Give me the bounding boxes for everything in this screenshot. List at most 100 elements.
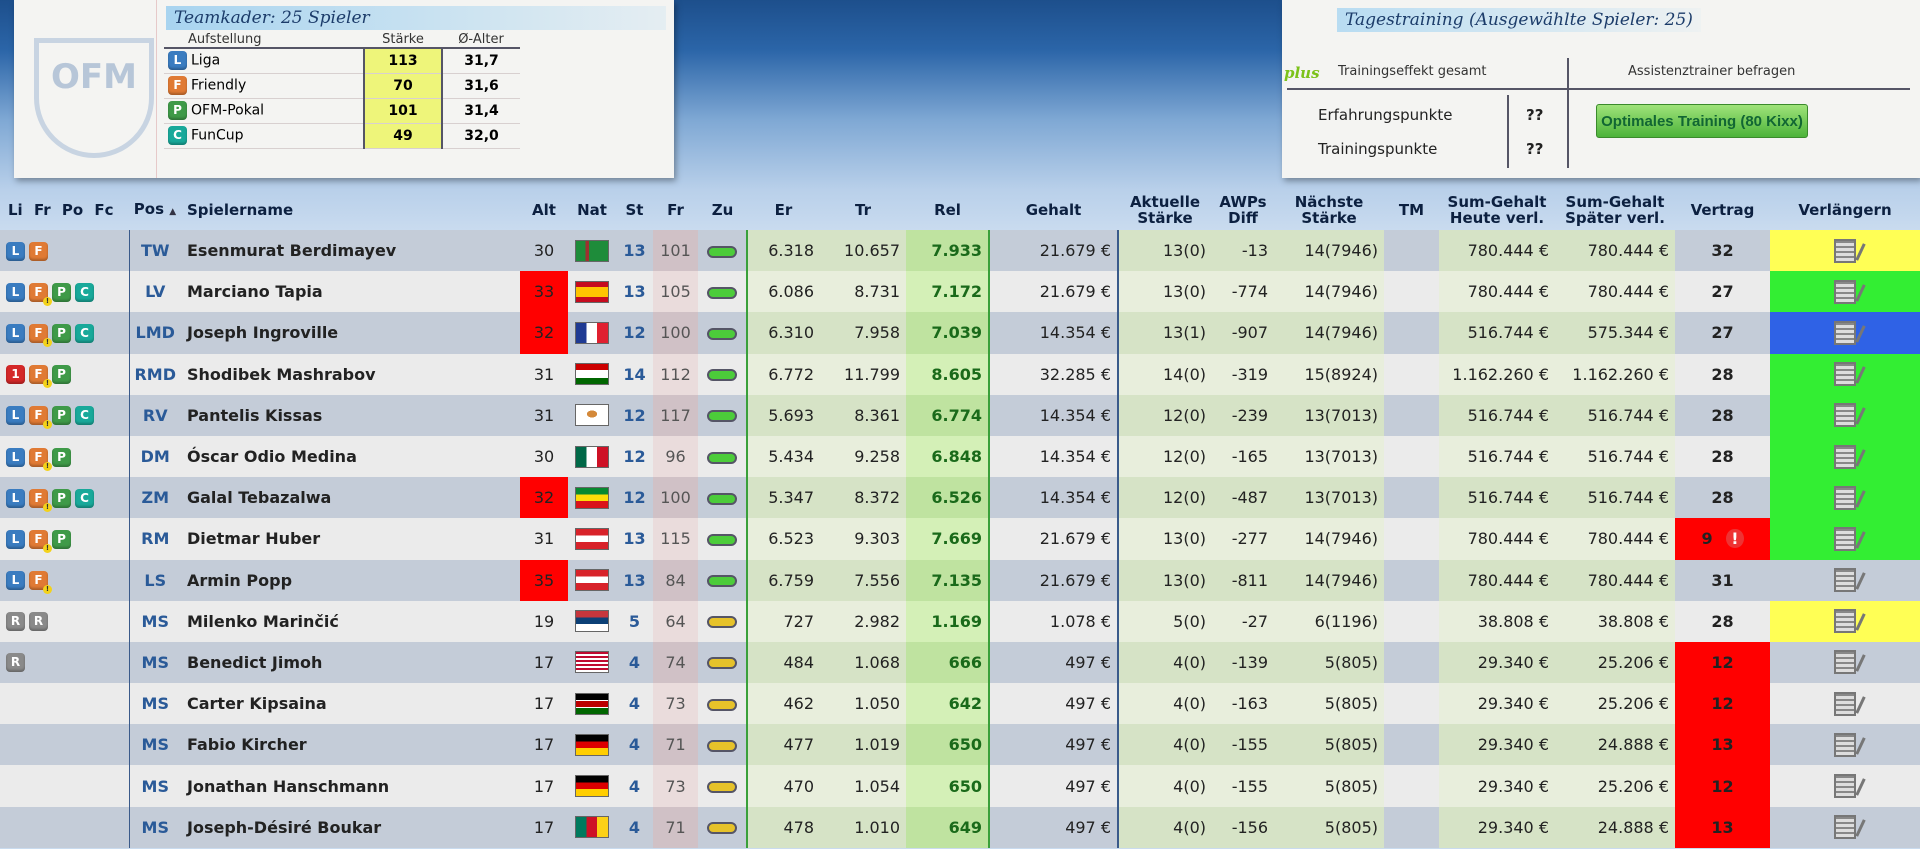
- header-po[interactable]: Po: [62, 201, 83, 219]
- table-row[interactable]: LF TW Esenmurat Berdimayev 30 13 101 6.3…: [0, 230, 1920, 272]
- header-st[interactable]: St: [616, 190, 653, 230]
- contract-edit-icon[interactable]: [1834, 320, 1856, 345]
- table-row[interactable]: MS Fabio Kircher 17 4 71 477 1.019 650 4…: [0, 724, 1920, 766]
- badge-r-icon[interactable]: R: [6, 612, 25, 632]
- header-gehalt[interactable]: Gehalt: [989, 190, 1118, 230]
- optimal-training-button[interactable]: Optimales Training (80 Kixx): [1596, 104, 1808, 138]
- player-name[interactable]: Pantelis Kissas: [181, 394, 520, 436]
- extend-contract[interactable]: [1770, 600, 1920, 642]
- header-fr[interactable]: Fr: [34, 201, 51, 219]
- badge-f-icon[interactable]: F!: [29, 529, 52, 553]
- badge-1-icon[interactable]: 1: [6, 365, 25, 385]
- table-row[interactable]: L F! P C ZM Galal Tebazalwa 32 12 100 5.347…: [0, 477, 1920, 519]
- badge-c-icon[interactable]: C: [75, 282, 94, 302]
- header-awps-diff[interactable]: AWPs Diff: [1212, 190, 1274, 230]
- extend-contract[interactable]: [1770, 683, 1920, 725]
- contract-warning-icon[interactable]: !: [1726, 529, 1744, 549]
- extend-contract[interactable]: [1770, 518, 1920, 560]
- badge-l-icon[interactable]: L: [6, 241, 25, 261]
- contract-edit-icon[interactable]: [1834, 403, 1856, 428]
- header-alt[interactable]: Alt: [520, 190, 568, 230]
- extend-contract[interactable]: [1770, 724, 1920, 766]
- table-row[interactable]: L F! P C LV Marciano Tapia 33 13 105 6.086 …: [0, 271, 1920, 313]
- header-tr[interactable]: Tr: [820, 190, 906, 230]
- extend-contract[interactable]: [1770, 312, 1920, 354]
- header-nat[interactable]: Nat: [568, 190, 616, 230]
- table-row[interactable]: L F! P C LMD Joseph Ingroville 32 12 100 6.…: [0, 312, 1920, 354]
- table-row[interactable]: L F! P DM Óscar Odio Medina 30 12 96 5.434…: [0, 435, 1920, 478]
- badge-c-icon[interactable]: C: [75, 406, 94, 426]
- table-row[interactable]: L F! LS Armin Popp 35 13 84 6.759 7.556 7…: [0, 559, 1920, 601]
- player-name[interactable]: Armin Popp: [181, 559, 520, 601]
- player-name[interactable]: Joseph Ingroville: [181, 312, 520, 354]
- contract-edit-icon[interactable]: [1834, 732, 1856, 757]
- badge-p-icon[interactable]: P: [52, 488, 71, 508]
- header-verlaengern[interactable]: Verlängern: [1770, 190, 1920, 230]
- badge-f-icon[interactable]: F!: [29, 365, 52, 389]
- contract-edit-icon[interactable]: [1834, 526, 1856, 551]
- extend-contract[interactable]: [1770, 353, 1920, 395]
- extend-contract[interactable]: [1770, 559, 1920, 601]
- header-fc[interactable]: Fc: [94, 201, 113, 219]
- extend-contract[interactable]: [1770, 806, 1920, 848]
- badge-f-icon[interactable]: F!: [29, 488, 52, 512]
- badge-l-icon[interactable]: L: [6, 488, 25, 508]
- badge-p-icon[interactable]: P: [52, 447, 71, 467]
- header-vertrag[interactable]: Vertrag: [1675, 190, 1770, 230]
- contract-edit-icon[interactable]: [1834, 609, 1856, 634]
- badge-l-icon[interactable]: L: [6, 323, 25, 343]
- extend-contract[interactable]: [1770, 271, 1920, 313]
- header-name[interactable]: Spielername: [181, 190, 520, 230]
- player-name[interactable]: Esenmurat Berdimayev: [181, 230, 520, 272]
- badge-p-icon[interactable]: P: [52, 323, 71, 343]
- header-competitions[interactable]: Li Fr Po Fc: [0, 190, 129, 230]
- table-row[interactable]: L F! P RM Dietmar Huber 31 13 115 6.523 9.…: [0, 518, 1920, 560]
- player-name[interactable]: Dietmar Huber: [181, 518, 520, 560]
- extend-contract[interactable]: [1770, 230, 1920, 272]
- extend-contract[interactable]: [1770, 641, 1920, 684]
- player-name[interactable]: Benedict Jimoh: [181, 641, 520, 684]
- badge-l-icon[interactable]: L: [6, 529, 25, 549]
- header-tm[interactable]: TM: [1384, 190, 1439, 230]
- contract-edit-icon[interactable]: [1834, 444, 1856, 469]
- badge-f-icon[interactable]: F!: [29, 406, 52, 430]
- contract-edit-icon[interactable]: [1834, 238, 1856, 263]
- extend-contract[interactable]: [1770, 477, 1920, 519]
- badge-p-icon[interactable]: P: [52, 282, 71, 302]
- badge-p-icon[interactable]: P: [52, 529, 71, 549]
- player-name[interactable]: Milenko Marinčić: [181, 600, 520, 642]
- badge-f-icon[interactable]: F!: [29, 571, 52, 595]
- player-name[interactable]: Galal Tebazalwa: [181, 477, 520, 519]
- table-row[interactable]: RR MS Milenko Marinčić 19 5 64 727 2.982…: [0, 600, 1920, 642]
- player-name[interactable]: Marciano Tapia: [181, 271, 520, 313]
- contract-edit-icon[interactable]: [1834, 650, 1856, 675]
- table-row[interactable]: L F! P C RV Pantelis Kissas 31 12 117 5.693…: [0, 394, 1920, 436]
- contract-edit-icon[interactable]: [1834, 279, 1856, 304]
- header-pos[interactable]: Pos ▲: [129, 190, 181, 230]
- badge-f-icon[interactable]: F: [29, 241, 48, 261]
- badge-p-icon[interactable]: P: [52, 365, 71, 385]
- player-name[interactable]: Carter Kipsaina: [181, 683, 520, 725]
- extend-contract[interactable]: [1770, 394, 1920, 436]
- badge-p-icon[interactable]: P: [52, 406, 71, 426]
- table-row[interactable]: MS Joseph-Désiré Boukar 17 4 71 478 1.01…: [0, 806, 1920, 848]
- header-zu[interactable]: Zu: [698, 190, 747, 230]
- contract-edit-icon[interactable]: [1834, 362, 1856, 387]
- table-row[interactable]: MS Carter Kipsaina 17 4 73 462 1.050 642…: [0, 683, 1920, 725]
- extend-contract[interactable]: [1770, 765, 1920, 807]
- badge-c-icon[interactable]: C: [75, 323, 94, 343]
- contract-edit-icon[interactable]: [1834, 815, 1856, 840]
- badge-r-icon[interactable]: R: [29, 612, 48, 632]
- player-name[interactable]: Jonathan Hanschmann: [181, 765, 520, 807]
- header-sum-spaeter[interactable]: Sum-Gehalt Später verl.: [1555, 190, 1675, 230]
- header-naechste-staerke[interactable]: Nächste Stärke: [1274, 190, 1384, 230]
- contract-edit-icon[interactable]: [1834, 691, 1856, 716]
- header-li[interactable]: Li: [8, 201, 23, 219]
- badge-l-icon[interactable]: L: [6, 571, 25, 591]
- contract-edit-icon[interactable]: [1834, 774, 1856, 799]
- player-name[interactable]: Shodibek Mashrabov: [181, 353, 520, 395]
- header-aktuelle-staerke[interactable]: Aktuelle Stärke: [1118, 190, 1212, 230]
- table-row[interactable]: 1 F! P RMD Shodibek Mashrabov 31 14 112 6.…: [0, 353, 1920, 395]
- badge-r-icon[interactable]: R: [6, 653, 25, 673]
- badge-f-icon[interactable]: F!: [29, 323, 52, 347]
